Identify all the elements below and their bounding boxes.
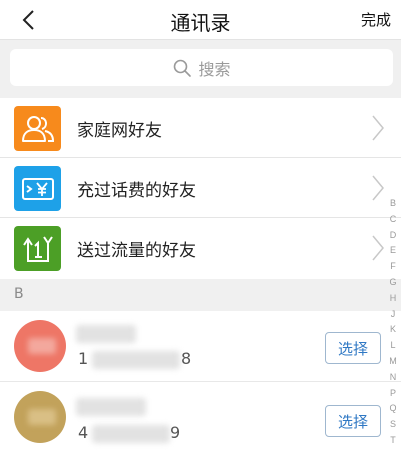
alphabet-index[interactable]: BCDEFGHJKLMNPQST	[387, 196, 399, 449]
search-area: 搜索	[0, 40, 401, 98]
contact-name-redacted	[76, 398, 146, 416]
chevron-right-icon	[372, 235, 384, 261]
contact-phone-redacted	[92, 425, 170, 443]
contact-row[interactable]: 1 8 选择	[0, 311, 401, 379]
menu-item-recharged-friends[interactable]: 充过话费的好友	[0, 158, 401, 218]
alphabet-index-letter[interactable]: H	[390, 291, 397, 307]
data-transfer-icon	[14, 226, 61, 271]
avatar	[14, 391, 66, 443]
alphabet-index-letter[interactable]: M	[389, 354, 397, 370]
page-title: 通讯录	[170, 11, 231, 35]
alphabet-index-letter[interactable]: D	[390, 228, 397, 244]
people-icon	[14, 106, 61, 151]
menu-item-family-network[interactable]: 家庭网好友	[0, 98, 401, 158]
alphabet-index-letter[interactable]: N	[390, 370, 397, 386]
alphabet-index-letter[interactable]: T	[390, 433, 396, 449]
menu-item-label: 充过话费的好友	[77, 181, 196, 201]
alphabet-index-letter[interactable]: S	[390, 417, 396, 433]
section-header-b: B	[0, 279, 401, 311]
contact-phone-start: 1	[78, 349, 89, 368]
alphabet-index-letter[interactable]: L	[390, 338, 395, 354]
done-button[interactable]: 完成	[361, 9, 391, 30]
select-button[interactable]: 选择	[325, 332, 381, 364]
contact-phone-end: 9	[170, 423, 181, 442]
alphabet-index-letter[interactable]: P	[390, 386, 396, 402]
contact-phone-redacted	[92, 351, 180, 369]
alphabet-index-letter[interactable]: B	[390, 196, 396, 212]
alphabet-index-letter[interactable]: F	[390, 259, 396, 275]
top-navigation-bar: 通讯录 完成	[0, 0, 401, 40]
search-icon	[174, 59, 192, 77]
alphabet-index-letter[interactable]: Q	[389, 401, 396, 417]
chevron-right-icon	[372, 115, 384, 141]
contact-row[interactable]: 4 9 选择	[0, 382, 401, 450]
alphabet-index-letter[interactable]: E	[390, 243, 396, 259]
select-button[interactable]: 选择	[325, 405, 381, 437]
alphabet-index-letter[interactable]: G	[389, 275, 396, 291]
menu-item-label: 家庭网好友	[77, 121, 162, 141]
alphabet-index-letter[interactable]: J	[391, 307, 396, 323]
search-input[interactable]: 搜索	[10, 49, 393, 86]
menu-item-label: 送过流量的好友	[77, 241, 196, 261]
yen-card-icon	[14, 166, 61, 211]
alphabet-index-letter[interactable]: K	[390, 322, 396, 338]
contact-phone-end: 8	[181, 349, 192, 368]
avatar	[14, 320, 66, 372]
chevron-right-icon	[372, 175, 384, 201]
search-placeholder: 搜索	[198, 59, 231, 79]
contact-phone-start: 4	[78, 423, 89, 442]
menu-item-data-gift-friends[interactable]: 送过流量的好友	[0, 218, 401, 278]
alphabet-index-letter[interactable]: C	[390, 212, 397, 228]
section-letter: B	[14, 286, 24, 302]
contact-name-redacted	[76, 325, 136, 343]
